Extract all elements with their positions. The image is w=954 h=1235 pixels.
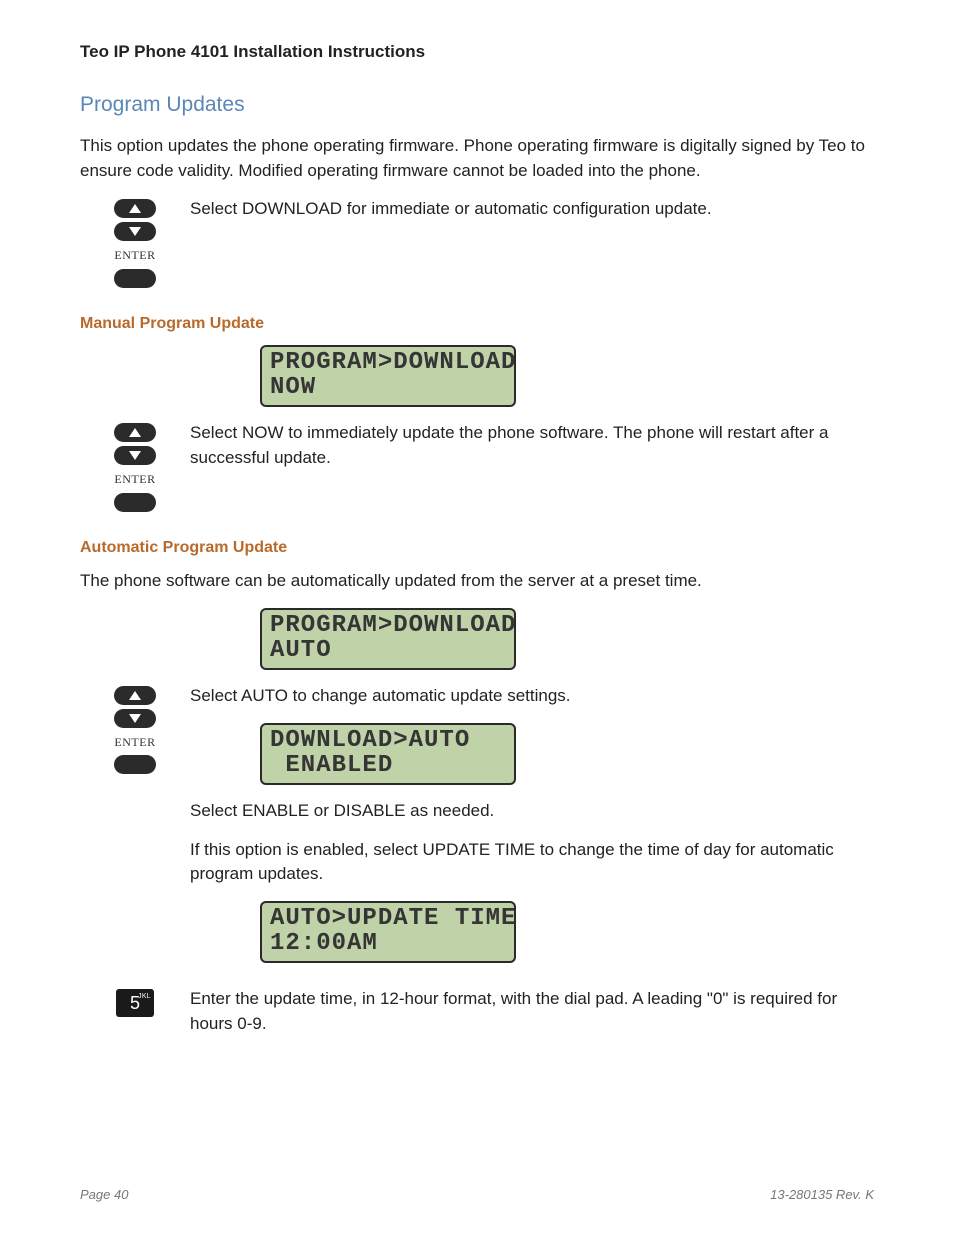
enter-button-icon (114, 755, 156, 774)
keypad-key-5: 5 JKL (80, 987, 190, 1017)
step-text: Select NOW to immediately update the pho… (190, 421, 874, 470)
down-button-icon (114, 222, 156, 241)
automatic-update-title: Automatic Program Update (80, 536, 874, 559)
section-title: Program Updates (80, 90, 874, 120)
step-text: Enter the update time, in 12-hour format… (190, 987, 874, 1036)
down-button-icon (114, 446, 156, 465)
document-title: Teo IP Phone 4101 Installation Instructi… (80, 40, 874, 65)
nav-enter-buttons: ENTER (80, 197, 190, 287)
enter-button-icon (114, 269, 156, 288)
up-button-icon (114, 423, 156, 442)
lcd-display: AUTO>UPDATE TIME 12:00AM (260, 901, 516, 963)
auto-intro: The phone software can be automatically … (80, 569, 874, 594)
step-text: If this option is enabled, select UPDATE… (190, 838, 874, 887)
key-letters: JKL (138, 992, 151, 1002)
up-button-icon (114, 199, 156, 218)
enter-label: ENTER (114, 471, 155, 488)
step-text: Select ENABLE or DISABLE as needed. (190, 799, 874, 824)
lcd-display: PROGRAM>DOWNLOAD AUTO (260, 608, 516, 670)
nav-enter-buttons: ENTER (80, 421, 190, 511)
enter-button-icon (114, 493, 156, 512)
down-button-icon (114, 709, 156, 728)
key-5-icon: 5 JKL (116, 989, 154, 1017)
enter-label: ENTER (114, 734, 155, 751)
lcd-display: PROGRAM>DOWNLOAD NOW (260, 345, 516, 407)
step-text: Select AUTO to change automatic update s… (190, 684, 874, 709)
enter-label: ENTER (114, 247, 155, 264)
revision-number: 13-280135 Rev. K (770, 1186, 874, 1205)
manual-update-title: Manual Program Update (80, 312, 874, 335)
page-number: Page 40 (80, 1186, 128, 1205)
up-button-icon (114, 686, 156, 705)
lcd-display: DOWNLOAD>AUTO ENABLED (260, 723, 516, 785)
nav-enter-buttons: ENTER (80, 684, 190, 774)
intro-paragraph: This option updates the phone operating … (80, 134, 874, 183)
step-text: Select DOWNLOAD for immediate or automat… (190, 197, 874, 222)
